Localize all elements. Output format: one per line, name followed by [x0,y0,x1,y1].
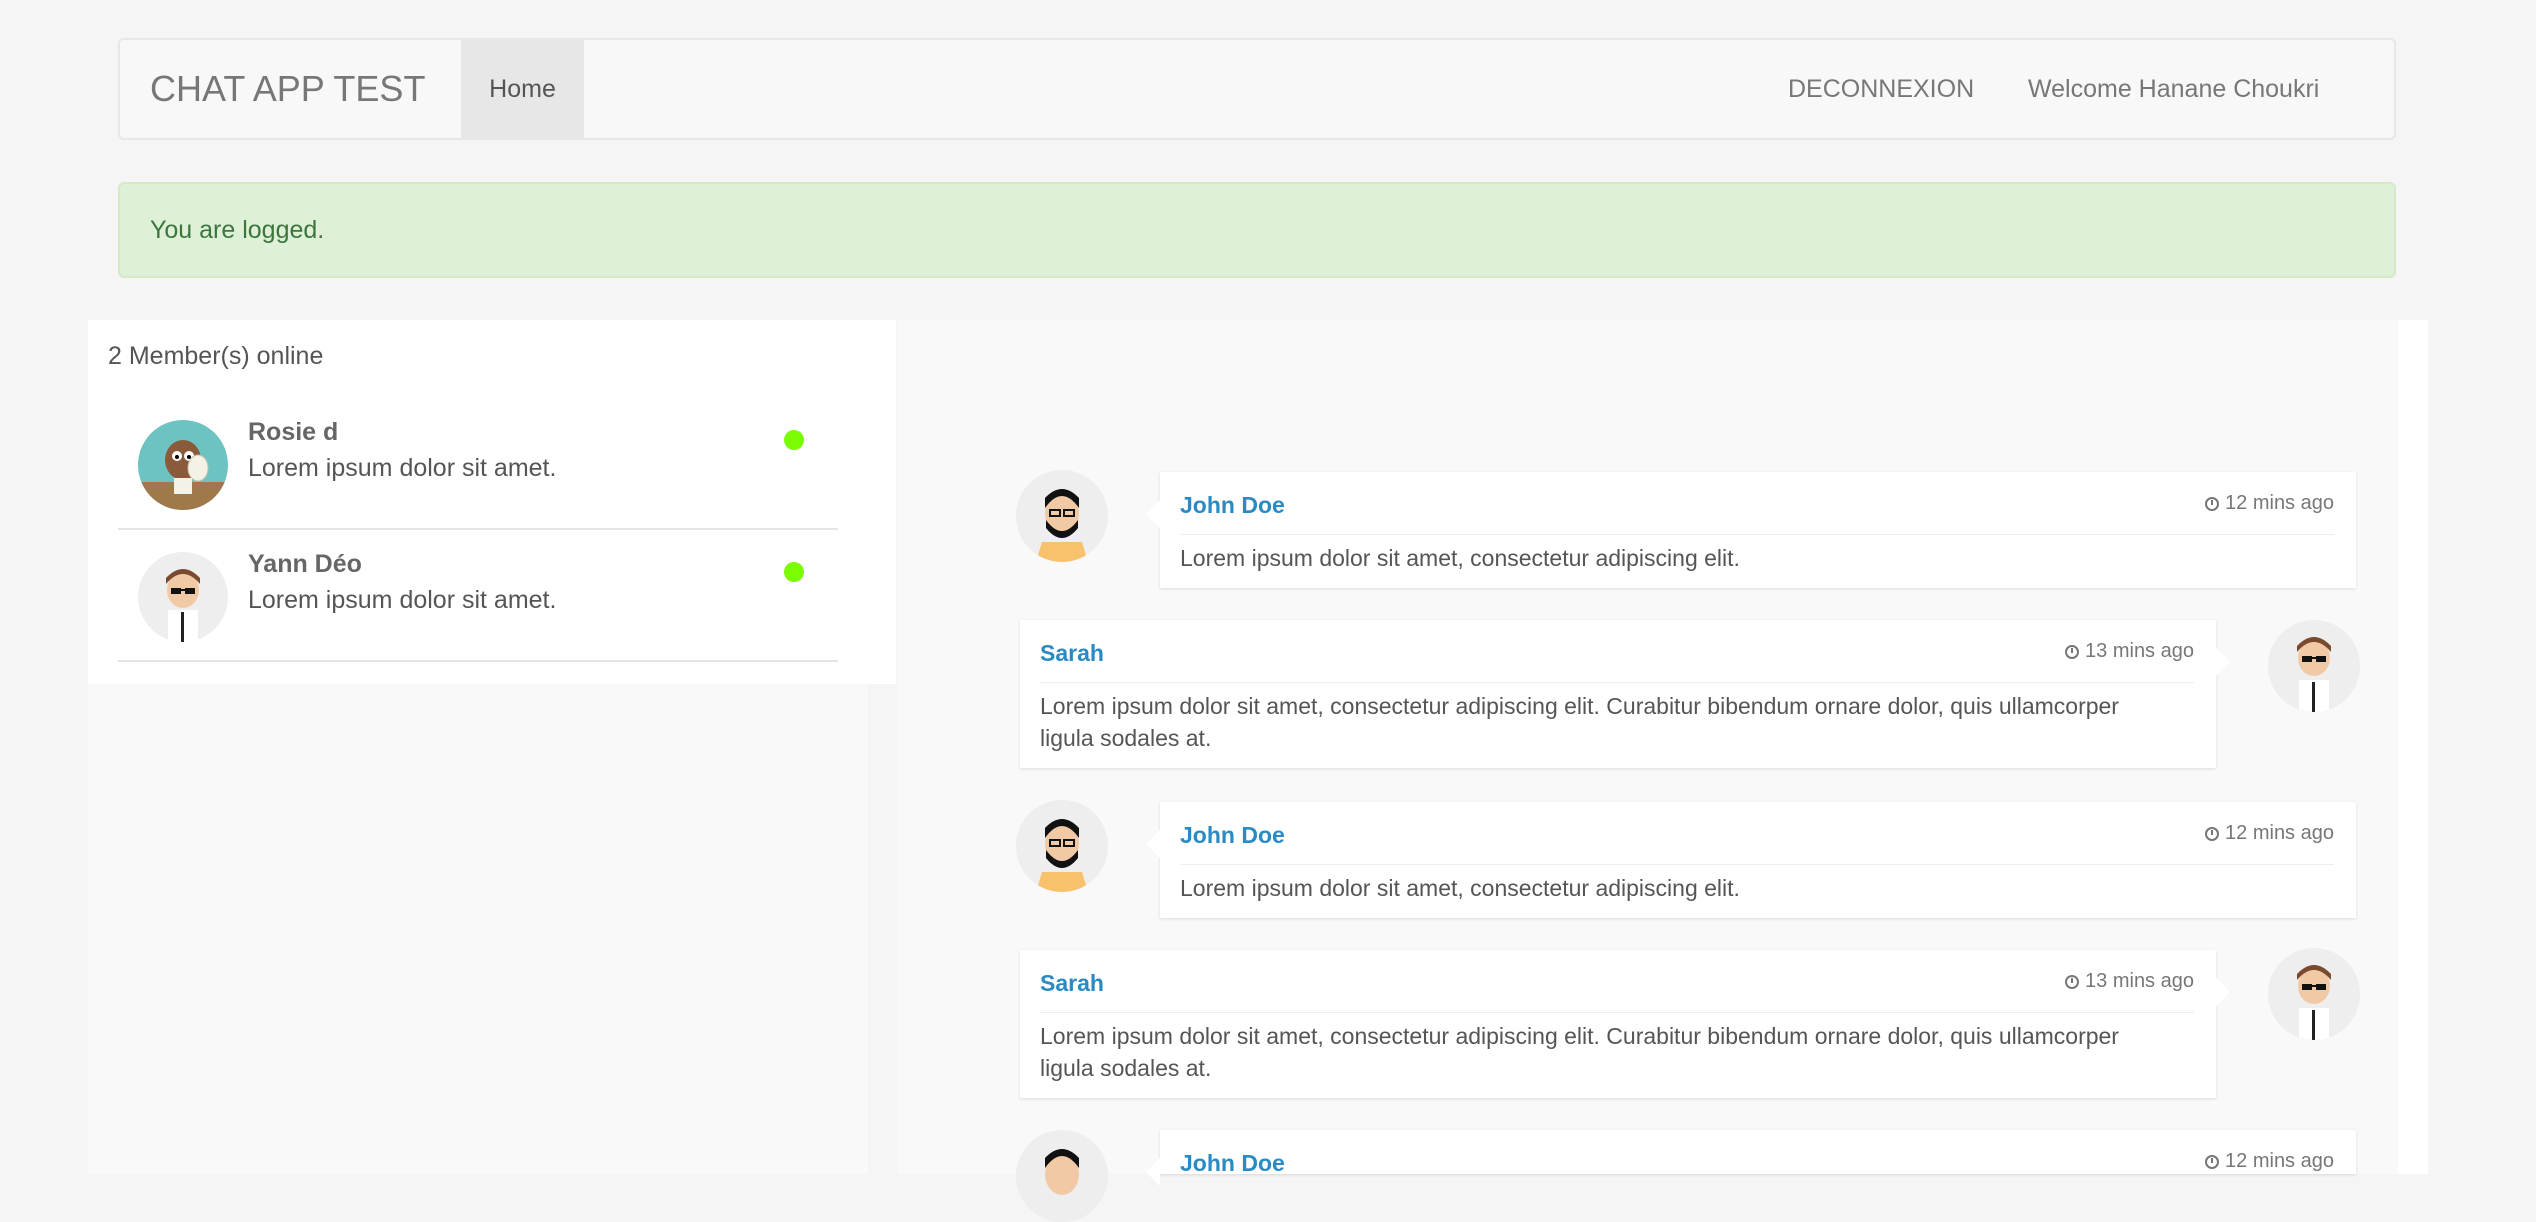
sarah-avatar [2268,948,2360,1040]
message-author[interactable]: John Doe [1180,492,1285,519]
online-status-dot [784,562,804,582]
chat-message: John Doe 12 mins ago [1146,1130,2356,1186]
bubble-caret [2216,978,2230,1006]
member-name: Rosie d [248,418,339,446]
navbar: CHAT APP TEST Home DECONNEXION Welcome H… [118,38,2396,140]
welcome-user-link[interactable]: Welcome Hanane Choukri [2028,40,2319,138]
message-divider [1180,864,2334,865]
message-author[interactable]: John Doe [1180,1150,1285,1177]
message-text: Lorem ipsum dolor sit amet, consectetur … [1180,545,1740,571]
message-author[interactable]: Sarah [1040,640,1104,667]
message-author[interactable]: John Doe [1180,822,1285,849]
member-message: Lorem ipsum dolor sit amet. [248,454,557,482]
success-alert: You are logged. [118,182,2396,278]
bubble-caret [1146,1158,1160,1186]
chat-scroll-edge [2398,320,2428,1174]
john-doe-avatar [1016,1130,1108,1222]
member-avatar [138,552,228,642]
chat-message: John Doe 12 mins ago Lorem ipsum dolor s… [1146,472,2356,588]
member-message: Lorem ipsum dolor sit amet. [248,586,557,614]
members-panel: 2 Member(s) online Rosie d Lorem ipsum d… [88,320,896,684]
sarah-avatar [2268,620,2360,712]
message-divider [1040,1012,2194,1013]
nav-home-link[interactable]: Home [461,40,584,138]
message-time: 13 mins ago [2065,640,2194,663]
message-time: 12 mins ago [2205,822,2334,845]
message-divider [1040,682,2194,683]
bubble-caret [1146,830,1160,858]
member-item[interactable]: Rosie d Lorem ipsum dolor sit amet. [118,400,838,530]
member-name: Yann Déo [248,550,362,578]
chat-message: Sarah 13 mins ago Lorem ipsum dolor sit … [1020,620,2230,768]
clock-icon [2065,645,2080,659]
message-text: Lorem ipsum dolor sit amet, consectetur … [1040,1023,2119,1081]
john-doe-avatar [1016,800,1108,892]
message-author[interactable]: Sarah [1040,970,1104,997]
clock-icon [2205,827,2220,841]
bubble-caret [2216,648,2230,676]
message-text: Lorem ipsum dolor sit amet, consectetur … [1040,693,2119,751]
member-avatar [138,420,228,510]
members-panel-footer [88,684,868,1174]
message-time: 12 mins ago [2205,492,2334,515]
chat-message: Sarah 13 mins ago Lorem ipsum dolor sit … [1020,950,2230,1098]
message-time: 12 mins ago [2205,1150,2334,1173]
clock-icon [2205,497,2220,511]
message-text: Lorem ipsum dolor sit amet, consectetur … [1180,875,1740,901]
clock-icon [2065,975,2080,989]
logout-link[interactable]: DECONNEXION [1788,40,1974,138]
message-divider [1180,534,2334,535]
members-online-title: 2 Member(s) online [108,342,324,370]
bubble-caret [1146,500,1160,528]
online-status-dot [784,430,804,450]
message-time: 13 mins ago [2065,970,2194,993]
member-item[interactable]: Yann Déo Lorem ipsum dolor sit amet. [118,532,838,662]
chat-message: John Doe 12 mins ago Lorem ipsum dolor s… [1146,802,2356,918]
john-doe-avatar [1016,470,1108,562]
clock-icon [2205,1155,2220,1169]
brand-link[interactable]: CHAT APP TEST [150,40,425,138]
